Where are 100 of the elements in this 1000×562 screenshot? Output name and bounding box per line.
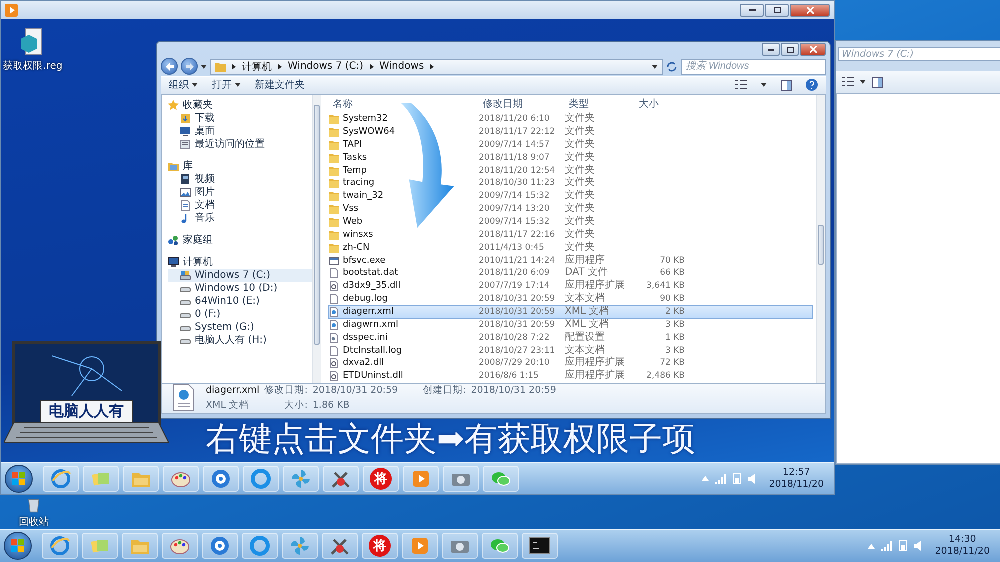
date-cell-text: 2016/8/6 1:15: [479, 370, 540, 382]
preview-pane-icon[interactable]: [781, 80, 792, 91]
preview-pane-icon[interactable]: [872, 76, 883, 88]
show-hidden-icons-icon[interactable]: [868, 544, 876, 548]
back-button[interactable]: [161, 58, 178, 76]
help-icon[interactable]: [806, 79, 818, 92]
file-row[interactable]: diagerr.xml 2018/10/31 20:59 XML 文档 2 KB: [329, 306, 812, 318]
clock[interactable]: 14:30 2018/11/20: [929, 534, 996, 558]
nav-item[interactable]: Windows 7 (C:): [168, 268, 312, 282]
search-field[interactable]: 搜索 Windows: [681, 58, 826, 75]
clock-date: 2018/11/20: [769, 478, 824, 490]
desktop-icon-label[interactable]: 回收站: [19, 515, 49, 529]
refresh-icon[interactable]: [666, 60, 678, 73]
maximize-button[interactable]: [781, 43, 799, 56]
column-header[interactable]: 修改日期: [479, 96, 565, 111]
page-icon: [329, 346, 339, 356]
column-header[interactable]: 类型: [565, 96, 635, 111]
file-row[interactable]: twain_32 2009/7/14 15:32 文件夹: [329, 190, 812, 203]
taskbar-app-button[interactable]: 将: [363, 466, 399, 492]
toolbar-button[interactable]: 组织: [169, 78, 198, 92]
file-row[interactable]: winsxs 2018/11/17 22:16 文件夹: [329, 228, 812, 242]
file-row[interactable]: Tasks 2018/11/18 9:07 文件夹: [329, 151, 812, 164]
scrollbar[interactable]: [312, 94, 321, 383]
scrollbar-thumb[interactable]: [818, 224, 824, 265]
minimize-button[interactable]: [762, 43, 780, 56]
scrollbar-thumb[interactable]: [314, 104, 320, 345]
nav-item[interactable]: 电脑人人有 (H:): [168, 334, 312, 347]
file-row[interactable]: dsspec.ini 2018/10/28 7:22 配置设置 1 KB: [329, 331, 812, 344]
file-row[interactable]: d3dx9_35.dll 2007/7/19 17:14 应用程序扩展 3,641 KB: [329, 280, 812, 293]
file-row[interactable]: diagwrn.xml 2018/10/31 20:59 XML 文档 3 KB: [329, 318, 812, 332]
view-options-icon[interactable]: [735, 80, 747, 90]
view-options-icon[interactable]: [842, 77, 854, 87]
file-row[interactable]: Temp 2018/11/20 12:54 文件夹: [329, 164, 812, 177]
nav-item[interactable]: 最近访问的位置: [168, 138, 312, 151]
start-button[interactable]: [4, 532, 32, 560]
file-row[interactable]: bfsvc.exe 2010/11/21 14:24 应用程序 70 KB: [329, 254, 812, 267]
file-row[interactable]: TAPI 2009/7/14 14:57 文件夹: [329, 138, 812, 152]
file-row[interactable]: bootstat.dat 2018/11/20 6:09 DAT 文件 66 KB: [329, 266, 812, 280]
nav-item[interactable]: 视频: [168, 172, 312, 186]
nav-item[interactable]: 家庭组: [168, 234, 312, 247]
breadcrumb-item[interactable]: Windows 7 (C:): [288, 61, 364, 72]
nav-item[interactable]: 文档: [168, 198, 312, 212]
nav-item[interactable]: System (G:): [168, 320, 312, 334]
address-bar[interactable]: 计算机 Windows 7 (C:) Windows: [210, 58, 663, 75]
taskbar-app-button[interactable]: [322, 533, 358, 559]
clock[interactable]: 12:57 2018/11/20: [763, 466, 830, 490]
scrollbar[interactable]: [816, 94, 825, 383]
recycle-bin-icon[interactable]: [26, 497, 42, 513]
column-header[interactable]: 名称: [329, 96, 479, 111]
toolbar-button[interactable]: 打开: [212, 78, 241, 92]
file-row[interactable]: ETDUninst.dll 2016/8/6 1:15 应用程序扩展 2,486 KB: [329, 370, 812, 383]
type-cell-text: 文件夹: [565, 164, 596, 176]
file-row[interactable]: Vss 2009/7/14 13:20 文件夹: [329, 202, 812, 216]
signal-bars-icon[interactable]: [881, 541, 894, 551]
close-button[interactable]: [800, 43, 826, 56]
nav-item[interactable]: 0 (F:): [168, 308, 312, 321]
nav-item[interactable]: 图片: [168, 186, 312, 199]
file-row[interactable]: zh-CN 2011/4/13 0:45 文件夹: [329, 241, 812, 254]
file-row[interactable]: SysWOW64 2018/11/17 22:12 文件夹: [329, 126, 812, 138]
nav-item[interactable]: 收藏夹: [168, 98, 312, 112]
file-row[interactable]: System32 2018/11/20 6:10 文件夹: [329, 112, 812, 126]
desktop-icon-label[interactable]: 获取权限.reg: [3, 59, 63, 73]
breadcrumb-item[interactable]: 计算机: [242, 60, 272, 74]
folder-icon: [329, 126, 339, 137]
caret-icon: [761, 83, 767, 88]
maximize-button[interactable]: [765, 4, 789, 16]
folder-icon: [329, 230, 339, 240]
file-row[interactable]: Web 2009/7/14 15:32 文件夹: [329, 216, 812, 228]
taskbar-app-button[interactable]: [323, 466, 359, 492]
folder-icon: [329, 216, 339, 227]
minimize-button[interactable]: [740, 4, 764, 16]
taskbar-app-button[interactable]: 将: [362, 533, 398, 559]
nav-item[interactable]: 下载: [168, 112, 312, 125]
taskbar-app-button[interactable]: [522, 533, 558, 559]
close-button[interactable]: [790, 4, 830, 16]
date-cell-text: 2018/10/31 20:59: [479, 293, 556, 306]
forward-button[interactable]: [181, 58, 198, 76]
file-name: zh-CN: [329, 242, 479, 253]
nav-item[interactable]: 桌面: [168, 124, 312, 138]
nav-item[interactable]: 音乐: [168, 212, 312, 225]
file-row[interactable]: tracing 2018/10/30 11:23 文件夹: [329, 176, 812, 190]
nav-item[interactable]: Windows 10 (D:): [168, 282, 312, 295]
breadcrumb-item[interactable]: Windows: [380, 61, 424, 72]
nav-item[interactable]: 计算机: [168, 256, 312, 269]
file-row[interactable]: debug.log 2018/10/31 20:59 文本文档 90 KB: [329, 292, 812, 306]
nav-item[interactable]: 库: [168, 160, 312, 173]
show-hidden-icons-icon[interactable]: [702, 476, 710, 481]
column-header[interactable]: 大小: [635, 96, 685, 111]
battery-icon[interactable]: [733, 472, 742, 484]
toolbar-button[interactable]: 新建文件夹: [255, 78, 305, 92]
size-cell-text: 3 KB: [664, 318, 685, 331]
battery-icon[interactable]: [899, 540, 908, 552]
date-cell-text: 2008/7/29 20:10: [479, 357, 551, 370]
star-icon: [168, 100, 179, 111]
settings-page-icon: [329, 332, 339, 343]
file-row[interactable]: DtcInstall.log 2018/10/27 23:11 文本文档 3 KB: [329, 344, 812, 357]
start-button[interactable]: [5, 464, 33, 492]
nav-item[interactable]: 64Win10 (E:): [168, 294, 312, 308]
signal-bars-icon[interactable]: [715, 474, 728, 484]
file-row[interactable]: dxva2.dll 2008/7/29 20:10 应用程序扩展 72 KB: [329, 356, 812, 370]
